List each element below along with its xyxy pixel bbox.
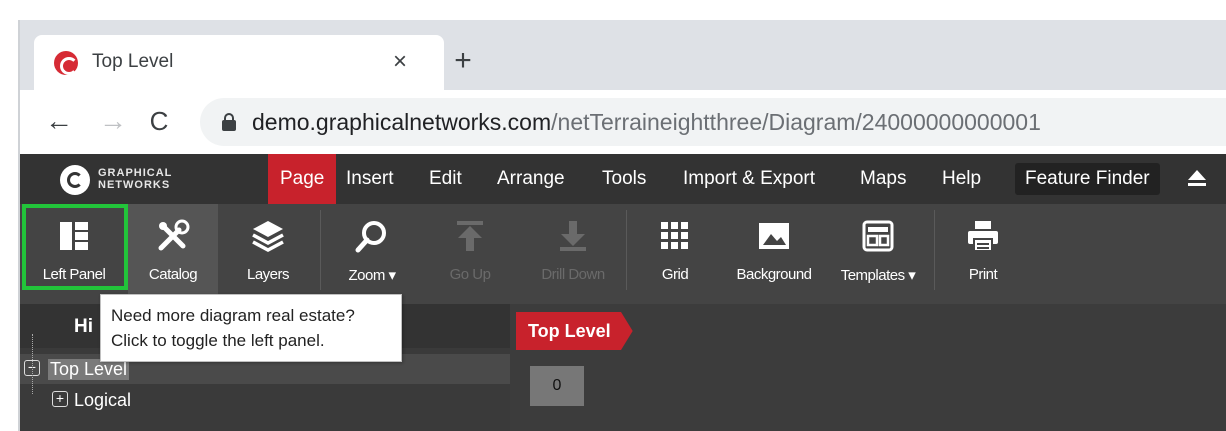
layers-label: Layers bbox=[246, 266, 290, 283]
ribbon-separator bbox=[934, 210, 935, 290]
menu-page[interactable]: Page bbox=[268, 154, 337, 204]
diagram-canvas[interactable]: Top Level 0 bbox=[510, 304, 1226, 431]
ribbon-separator bbox=[626, 210, 627, 290]
ribbon-toolbar: Left Panel Catalog Layers Zoom ▾ Go Up D… bbox=[20, 204, 1226, 304]
go-up-button[interactable]: Go Up bbox=[425, 204, 515, 304]
background-label: Background bbox=[736, 266, 812, 283]
tree-item-label[interactable]: Logical bbox=[74, 390, 131, 411]
tree-item-logical[interactable]: + Logical bbox=[20, 385, 510, 415]
tooltip-line-1: Need more diagram real estate? bbox=[111, 306, 355, 325]
layers-button[interactable]: Layers bbox=[218, 204, 318, 304]
menu-tools[interactable]: Tools bbox=[590, 154, 658, 204]
url-host: demo.graphicalnetworks.com bbox=[252, 109, 552, 135]
layers-icon bbox=[252, 221, 284, 252]
print-label: Print bbox=[968, 266, 998, 283]
back-arrow-icon[interactable]: ← bbox=[44, 106, 74, 136]
expand-icon[interactable]: + bbox=[52, 391, 68, 407]
ribbon-separator bbox=[320, 210, 321, 290]
menu-maps[interactable]: Maps bbox=[848, 154, 918, 204]
go-up-icon bbox=[457, 221, 483, 251]
grid-icon bbox=[661, 222, 688, 249]
address-bar[interactable]: demo.graphicalnetworks.com/netTerraineig… bbox=[200, 98, 1226, 146]
left-panel-header-text: Hi bbox=[74, 316, 93, 337]
logo-line-1: GRAPHICAL bbox=[98, 167, 173, 179]
browser-tab[interactable]: Top Level × bbox=[34, 35, 444, 90]
menu-insert[interactable]: Insert bbox=[334, 154, 406, 204]
eject-icon[interactable] bbox=[1188, 170, 1206, 188]
tree-item-label[interactable]: Top Level bbox=[48, 359, 130, 380]
logo-mark-icon bbox=[60, 165, 90, 195]
printer-icon bbox=[968, 221, 998, 252]
browser-toolbar: ← → C demo.graphicalnetworks.com/netTerr… bbox=[20, 90, 1226, 154]
breadcrumb[interactable]: Top Level bbox=[516, 312, 633, 350]
grid-label: Grid bbox=[661, 266, 689, 283]
new-tab-icon[interactable]: + bbox=[448, 46, 478, 76]
grid-button[interactable]: Grid bbox=[630, 204, 720, 304]
templates-icon bbox=[862, 220, 894, 252]
url-text[interactable]: demo.graphicalnetworks.com/netTerraineig… bbox=[252, 109, 1041, 136]
menu-edit[interactable]: Edit bbox=[417, 154, 474, 204]
count-badge[interactable]: 0 bbox=[530, 366, 584, 406]
logo-line-2: NETWORKS bbox=[98, 179, 171, 191]
print-button[interactable]: Print bbox=[938, 204, 1028, 304]
catalog-label: Catalog bbox=[148, 266, 198, 283]
forward-arrow-icon[interactable]: → bbox=[98, 106, 128, 136]
catalog-button[interactable]: Catalog bbox=[128, 204, 218, 304]
drill-down-label: Drill Down bbox=[541, 266, 605, 283]
drill-down-button[interactable]: Drill Down bbox=[523, 204, 623, 304]
highlight-frame bbox=[22, 204, 128, 290]
tooltip-line-2: Click to toggle the left panel. bbox=[111, 331, 325, 350]
image-icon bbox=[759, 223, 789, 249]
menu-import-export[interactable]: Import & Export bbox=[671, 154, 827, 204]
background-button[interactable]: Background bbox=[724, 204, 824, 304]
close-tab-icon[interactable]: × bbox=[388, 48, 412, 76]
app-area: GRAPHICAL NETWORKS Page Insert Edit Arran… bbox=[20, 154, 1226, 431]
tools-icon bbox=[158, 219, 190, 251]
templates-label: Templates ▾ bbox=[840, 267, 916, 284]
logo-text: GRAPHICAL NETWORKS bbox=[98, 167, 172, 191]
magnifier-icon bbox=[355, 221, 386, 253]
go-up-label: Go Up bbox=[449, 266, 491, 283]
menu-bar: GRAPHICAL NETWORKS Page Insert Edit Arran… bbox=[20, 154, 1226, 204]
templates-button[interactable]: Templates ▾ bbox=[826, 204, 930, 304]
browser-window: Top Level × + ← → C demo.graphicalnetwor… bbox=[18, 20, 1226, 431]
drill-down-icon bbox=[560, 221, 586, 251]
reload-icon[interactable]: C bbox=[144, 106, 174, 136]
zoom-button[interactable]: Zoom ▾ bbox=[322, 204, 422, 304]
url-path: /netTerraineightthree/Diagram/2400000000… bbox=[551, 109, 1041, 135]
menu-help[interactable]: Help bbox=[930, 154, 993, 204]
tab-title: Top Level bbox=[92, 51, 174, 72]
menu-arrange[interactable]: Arrange bbox=[485, 154, 577, 204]
feature-finder-button[interactable]: Feature Finder bbox=[1015, 163, 1160, 195]
left-panel-tooltip: Need more diagram real estate? Click to … bbox=[100, 294, 402, 362]
graphical-networks-favicon-icon bbox=[54, 51, 78, 75]
graphical-networks-logo: GRAPHICAL NETWORKS bbox=[60, 165, 210, 195]
lock-icon[interactable] bbox=[222, 113, 236, 131]
tab-strip: Top Level × + bbox=[20, 20, 1226, 90]
zoom-label: Zoom ▾ bbox=[348, 267, 396, 284]
